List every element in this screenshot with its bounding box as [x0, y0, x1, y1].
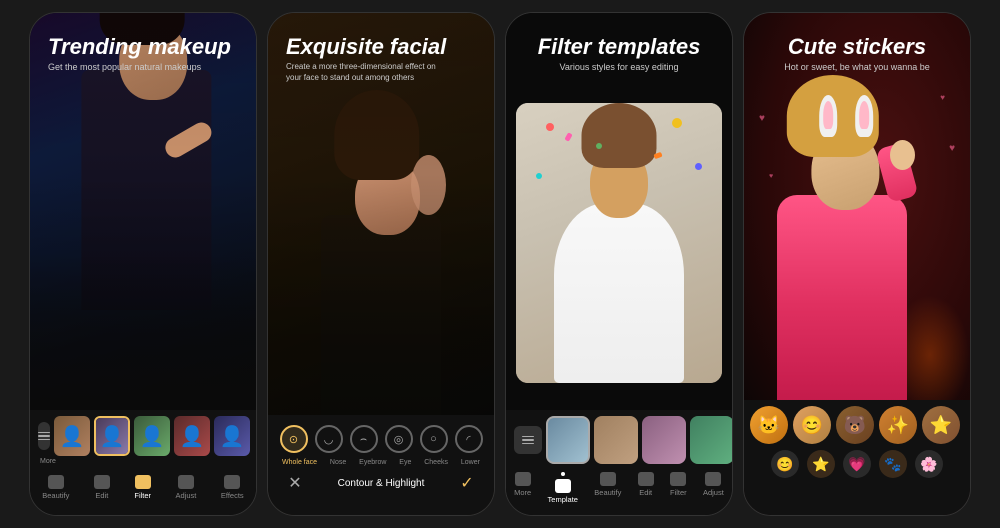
screens-container: Trending makeup Get the most popular nat…	[0, 0, 1000, 528]
screen-cute-stickers: ♥ ♥ ♥ ♥ Cute stickers Hot or sweet, be w…	[743, 12, 971, 516]
tool-lower[interactable]: ◜	[455, 425, 483, 453]
sticker-item-2[interactable]: 😊	[793, 406, 831, 444]
screen1-thumbnail-row	[30, 410, 256, 458]
nav3-template[interactable]: Template	[548, 472, 578, 504]
screen1-more-label: More	[30, 458, 256, 465]
screen2-top-text: Exquisite facial Create a more three-dim…	[286, 35, 446, 83]
screen4-subtitle: Hot or sweet, be what you wanna be	[784, 62, 930, 72]
screen1-nav-bar: Beautify Edit Filter Adjust Effects	[30, 469, 256, 506]
heart-4: ♥	[940, 93, 945, 102]
sticker-item-3[interactable]: 🐻	[836, 406, 874, 444]
nav3-adjust[interactable]: Adjust	[703, 472, 724, 504]
confirm-button[interactable]: ✓	[456, 472, 478, 494]
tool-eyebrow[interactable]: ⌢	[350, 425, 378, 453]
sticker-item-5[interactable]: ⭐	[922, 406, 960, 444]
screen4-sticker-row: 🐱 😊 🐻 ✨ ⭐	[744, 400, 970, 446]
screen3-nav-bar: More Template Beautify Edit Filte	[506, 468, 732, 508]
screen4-title: Cute stickers	[784, 35, 930, 59]
screen1-title: Trending makeup	[48, 35, 231, 59]
confetti-6	[536, 173, 542, 179]
screen1-top-text: Trending makeup Get the most popular nat…	[48, 35, 231, 72]
nav-adjust[interactable]: Adjust	[176, 475, 197, 500]
screen4-emoji-row: 😊 ⭐ 💗 🐾 🌸	[744, 446, 970, 482]
screen2-bottom-bar: ⊙ ◡ ⌢ ◎ ○ ◜ Whole face	[268, 415, 494, 515]
screen3-bottom-bar: More Template Beautify Edit Filte	[506, 410, 732, 515]
confetti-3	[672, 118, 682, 128]
screen1-subtitle: Get the most popular natural makeups	[48, 62, 231, 72]
emoji-btn-1[interactable]: 😊	[771, 450, 799, 478]
screen1-person	[30, 13, 256, 415]
emoji-btn-2[interactable]: ⭐	[807, 450, 835, 478]
screen4-bottom-bar: 🐱 😊 🐻 ✨ ⭐ 😊 ⭐ 💗 🐾 🌸	[744, 400, 970, 515]
nav-filter[interactable]: Filter	[134, 475, 151, 500]
nav-effects[interactable]: Effects	[221, 475, 244, 500]
thumbnail-1[interactable]	[54, 416, 90, 456]
sticker-item-4[interactable]: ✨	[879, 406, 917, 444]
confetti-2	[596, 143, 602, 149]
screen3-top-text: Filter templates Various styles for easy…	[538, 35, 701, 72]
nav3-more[interactable]: More	[514, 472, 531, 504]
nav3-beautify[interactable]: Beautify	[594, 472, 621, 504]
nav3-active-dot	[561, 472, 565, 476]
thumbnail-3[interactable]	[134, 416, 170, 456]
tool-cheeks[interactable]: ○	[420, 425, 448, 453]
filter-thumb-1[interactable]	[546, 416, 590, 464]
nav-beautify[interactable]: Beautify	[42, 475, 69, 500]
bunny-ears-decoration	[819, 95, 873, 137]
emoji-btn-5[interactable]: 🌸	[915, 450, 943, 478]
thumbnail-2[interactable]	[94, 416, 130, 456]
thumbnail-4[interactable]	[174, 416, 210, 456]
confetti-1	[546, 123, 554, 131]
screen4-background: ♥ ♥ ♥ ♥	[744, 13, 970, 415]
nav3-edit[interactable]: Edit	[638, 472, 654, 504]
screen2-action-row: ✕ Contour & Highlight ✓	[268, 468, 494, 498]
tool-whole-face[interactable]: ⊙	[280, 425, 308, 453]
screen2-subtitle: Create a more three-dimensional effect o…	[286, 62, 446, 83]
confetti-4	[695, 163, 702, 170]
screen3-main-photo	[516, 103, 722, 383]
heart-1: ♥	[759, 113, 765, 124]
screen4-top-text: Cute stickers Hot or sweet, be what you …	[784, 35, 930, 72]
screen3-filter-thumbs	[506, 410, 732, 466]
screen2-title: Exquisite facial	[286, 35, 446, 59]
filter-thumb-2[interactable]	[594, 416, 638, 464]
sticker-item-1[interactable]: 🐱	[750, 406, 788, 444]
screen1-bottom-bar: More Beautify Edit Filter Adjust	[30, 410, 256, 515]
screen1-background	[30, 13, 256, 415]
emoji-btn-4[interactable]: 🐾	[879, 450, 907, 478]
heart-2: ♥	[949, 143, 955, 154]
screen3-subtitle: Various styles for easy editing	[538, 62, 701, 72]
screen1-overlay	[30, 13, 256, 415]
screen-trending-makeup: Trending makeup Get the most popular nat…	[29, 12, 257, 516]
tool-eye[interactable]: ◎	[385, 425, 413, 453]
screen2-action-label: Contour & Highlight	[338, 478, 425, 489]
screen1-more-icon[interactable]	[38, 422, 50, 450]
thumbnail-5[interactable]	[214, 416, 250, 456]
nav3-filter[interactable]: Filter	[670, 472, 687, 504]
emoji-btn-3[interactable]: 💗	[843, 450, 871, 478]
screen-exquisite-facial: Exquisite facial Create a more three-dim…	[267, 12, 495, 516]
screen-filter-templates: Filter templates Various styles for easy…	[505, 12, 733, 516]
filter-thumb-3[interactable]	[642, 416, 686, 464]
filter-thumb-4[interactable]	[690, 416, 732, 464]
screen3-more-icon[interactable]	[514, 426, 542, 454]
screen2-tool-row: ⊙ ◡ ⌢ ◎ ○ ◜	[268, 415, 494, 457]
screen2-tool-labels: Whole face Nose Eyebrow Eye Cheeks Lower	[268, 457, 494, 468]
heart-3: ♥	[769, 173, 773, 180]
nav-edit[interactable]: Edit	[94, 475, 110, 500]
tool-nose[interactable]: ◡	[315, 425, 343, 453]
confetti-5	[564, 132, 572, 141]
cancel-button[interactable]: ✕	[284, 472, 306, 494]
screen3-title: Filter templates	[538, 35, 701, 59]
